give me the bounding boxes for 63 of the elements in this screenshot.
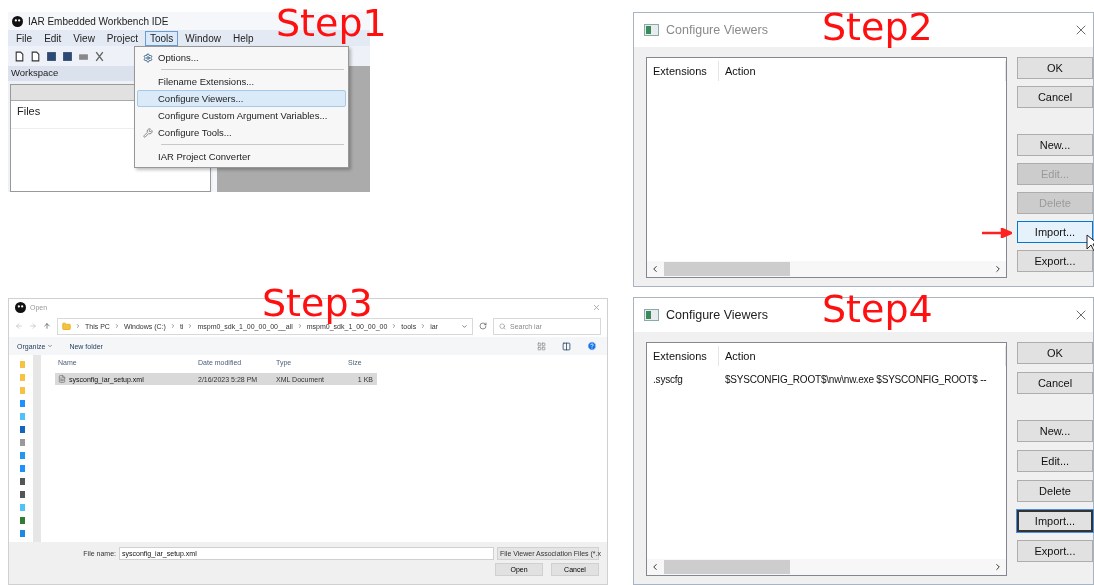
menu-item[interactable]: Project <box>101 30 143 46</box>
file-icon <box>58 375 66 383</box>
menu-item[interactable]: View <box>68 30 100 46</box>
dialog-title: Configure Viewers <box>666 308 769 322</box>
menu-option[interactable]: Configure Viewers... <box>137 90 346 107</box>
forward-icon[interactable] <box>29 322 37 330</box>
menu-item[interactable]: Help <box>227 30 259 46</box>
preview-pane-icon[interactable] <box>562 341 571 351</box>
column-header[interactable]: Extensions <box>647 346 719 366</box>
step-label: Step4 <box>822 290 933 328</box>
chevron-icon <box>75 323 81 329</box>
caret-icon <box>47 343 54 349</box>
dialog-button[interactable]: Edit... <box>1017 450 1093 472</box>
column-header[interactable]: Extensions <box>647 61 719 81</box>
menu-option[interactable]: IAR Project Converter <box>137 148 346 165</box>
dialog-button[interactable]: New... <box>1017 134 1093 156</box>
dialog-button[interactable]: Export... <box>1017 540 1093 562</box>
document-icon[interactable] <box>14 50 25 62</box>
window-icon <box>644 309 659 321</box>
dialog-button[interactable]: Import... <box>1017 510 1093 532</box>
dialog-title: Configure Viewers <box>666 23 769 37</box>
help-icon[interactable] <box>587 341 597 351</box>
chevron-icon <box>391 323 398 329</box>
logo-icon <box>15 301 26 313</box>
menu-item[interactable]: Edit <box>39 30 67 46</box>
scissors-icon[interactable] <box>94 50 105 62</box>
table-cell-text: .syscfg <box>652 373 684 385</box>
gear-icon <box>143 52 153 63</box>
menu-item[interactable]: Window <box>180 30 226 46</box>
chevron-down-icon[interactable] <box>461 322 468 330</box>
menu-item[interactable]: File <box>11 30 38 46</box>
step-label: Step1 <box>276 4 387 42</box>
scrollbar[interactable] <box>647 559 1006 575</box>
chevron-icon <box>187 323 194 329</box>
chevron-icon <box>169 323 176 329</box>
column-header[interactable]: Action <box>719 346 1006 366</box>
view-icon[interactable] <box>537 341 546 351</box>
search-icon <box>499 322 506 330</box>
scrollbar[interactable] <box>647 261 1006 277</box>
dialog-button[interactable]: Export... <box>1017 250 1093 272</box>
menu-option[interactable]: Options... <box>137 49 346 66</box>
dialog-button[interactable]: Cancel <box>1017 86 1093 108</box>
table-cell-text: $SYSCONFIG_ROOT$\nw\nw.exe $SYSCONFIG_ROOT$ -- <box>724 373 988 385</box>
chevron-icon <box>113 323 120 329</box>
folder-icon <box>62 321 71 331</box>
dialog-button[interactable]: New... <box>1017 420 1093 442</box>
column-header[interactable]: Action <box>719 61 1006 81</box>
chevron-icon <box>420 323 427 329</box>
dialog-button[interactable]: Delete <box>1017 480 1093 502</box>
menu-item[interactable]: Tools <box>145 30 179 46</box>
step-label: Step2 <box>822 8 933 46</box>
chevron-icon <box>296 323 303 329</box>
document-icon[interactable] <box>30 50 41 62</box>
window-title: IAR Embedded Workbench IDE <box>28 15 169 27</box>
window-icon <box>644 24 659 36</box>
logo-icon <box>12 15 23 27</box>
dialog-button[interactable]: Cancel <box>1017 372 1093 394</box>
back-icon[interactable] <box>15 322 23 330</box>
dialog-button[interactable]: OK <box>1017 342 1093 364</box>
dialog-button[interactable]: OK <box>1017 57 1093 79</box>
up-icon[interactable] <box>43 322 51 330</box>
wrench-icon <box>143 127 153 138</box>
refresh-icon[interactable] <box>479 322 487 330</box>
